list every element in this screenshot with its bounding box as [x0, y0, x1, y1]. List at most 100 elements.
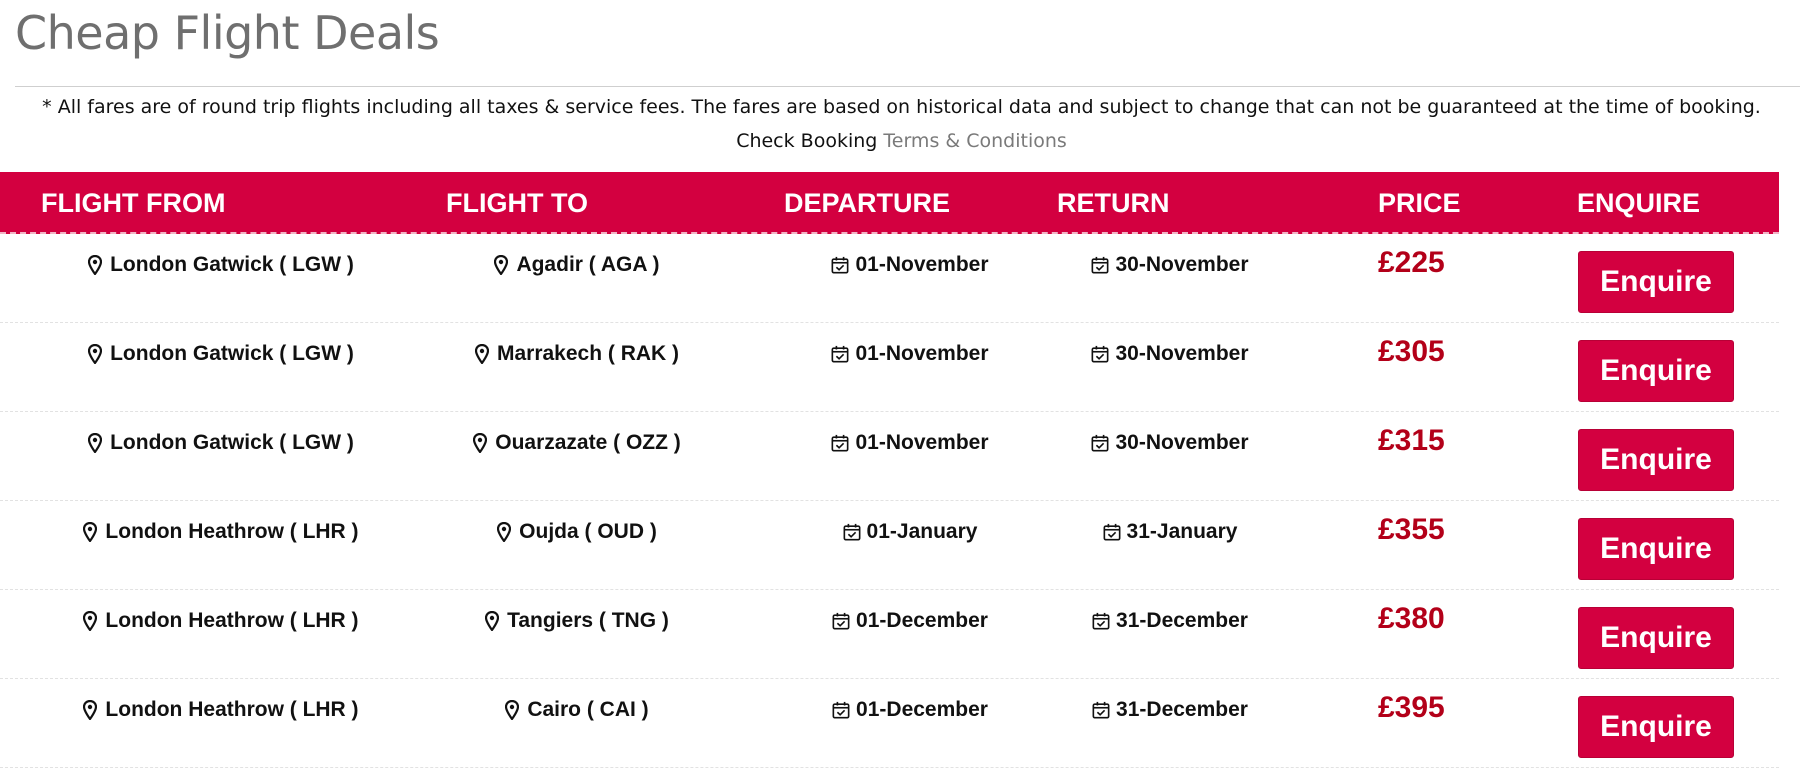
header-price: PRICE: [1378, 188, 1461, 218]
flight-to-cell: Cairo ( CAI ): [376, 679, 776, 741]
table-header: FLIGHT FROM FLIGHT TO DEPARTURE RETURN P…: [0, 172, 1779, 234]
return-date: 30-November: [1115, 342, 1249, 365]
flight-to-text: Agadir ( AGA ): [516, 253, 660, 276]
enquire-button[interactable]: Enquire: [1578, 251, 1734, 313]
return-cell: 30-November: [1020, 412, 1320, 474]
fare-disclaimer: * All fares are of round trip flights in…: [0, 90, 1803, 158]
map-marker-icon: [495, 522, 513, 542]
flight-to-text: Ouarzazate ( OZZ ): [495, 431, 681, 454]
enquire-button[interactable]: Enquire: [1578, 429, 1734, 491]
departure-date: 01-November: [855, 342, 989, 365]
flight-to-cell: Ouarzazate ( OZZ ): [376, 412, 776, 474]
flight-to-text: Tangiers ( TNG ): [507, 609, 669, 632]
return-cell: 30-November: [1020, 323, 1320, 385]
flight-to-text: Oujda ( OUD ): [519, 520, 657, 543]
calendar-check-icon: [831, 344, 849, 364]
flight-from-text: London Heathrow ( LHR ): [105, 520, 359, 543]
enquire-button[interactable]: Enquire: [1578, 696, 1734, 758]
return-cell: 31-December: [1020, 590, 1320, 652]
map-marker-icon: [503, 700, 521, 720]
disclaimer-text: * All fares are of round trip flights in…: [42, 96, 1761, 118]
map-marker-icon: [471, 433, 489, 453]
enquire-button[interactable]: Enquire: [1578, 340, 1734, 402]
table-body: London Gatwick ( LGW ) Agadir ( AGA ) 01…: [0, 234, 1779, 768]
departure-cell: 01-December: [760, 679, 1060, 741]
header-flight-to: FLIGHT TO: [446, 188, 588, 218]
flight-from-text: London Heathrow ( LHR ): [105, 609, 359, 632]
calendar-check-icon: [843, 522, 861, 542]
flight-from-cell: London Heathrow ( LHR ): [20, 679, 420, 741]
calendar-check-icon: [831, 433, 849, 453]
table-row: London Gatwick ( LGW ) Agadir ( AGA ) 01…: [0, 234, 1779, 323]
flight-to-cell: Agadir ( AGA ): [376, 234, 776, 296]
table-row: London Heathrow ( LHR ) Oujda ( OUD ) 01…: [0, 501, 1779, 590]
departure-cell: 01-November: [760, 234, 1060, 296]
return-date: 31-January: [1126, 520, 1238, 543]
departure-date: 01-November: [855, 431, 989, 454]
header-departure: DEPARTURE: [784, 188, 951, 218]
calendar-check-icon: [1091, 344, 1109, 364]
departure-cell: 01-November: [760, 412, 1060, 474]
calendar-check-icon: [832, 700, 850, 720]
price-value: £395: [1378, 691, 1445, 724]
departure-cell: 01-January: [760, 501, 1060, 563]
calendar-check-icon: [831, 255, 849, 275]
departure-date: 01-December: [856, 698, 988, 721]
price-value: £225: [1378, 246, 1445, 279]
map-marker-icon: [81, 611, 99, 631]
table-row: London Heathrow ( LHR ) Tangiers ( TNG )…: [0, 590, 1779, 679]
flight-from-text: London Gatwick ( LGW ): [110, 253, 354, 276]
header-enquire: ENQUIRE: [1577, 188, 1701, 218]
calendar-check-icon: [1091, 433, 1109, 453]
return-date: 31-December: [1116, 698, 1248, 721]
return-cell: 31-January: [1020, 501, 1320, 563]
flight-from-cell: London Heathrow ( LHR ): [20, 501, 420, 563]
map-marker-icon: [86, 255, 104, 275]
return-date: 31-December: [1116, 609, 1248, 632]
map-marker-icon: [86, 344, 104, 364]
departure-date: 01-November: [855, 253, 989, 276]
map-marker-icon: [492, 255, 510, 275]
map-marker-icon: [81, 700, 99, 720]
return-cell: 30-November: [1020, 234, 1320, 296]
table-row: London Gatwick ( LGW ) Ouarzazate ( OZZ …: [0, 412, 1779, 501]
calendar-check-icon: [1092, 700, 1110, 720]
calendar-check-icon: [1103, 522, 1121, 542]
terms-conditions-link[interactable]: Terms & Conditions: [883, 130, 1066, 152]
check-booking-label: Check Booking: [736, 130, 878, 152]
flight-from-cell: London Gatwick ( LGW ): [20, 234, 420, 296]
map-marker-icon: [81, 522, 99, 542]
booking-terms-line: Check Booking Terms & Conditions: [0, 124, 1803, 158]
flight-to-text: Marrakech ( RAK ): [496, 342, 680, 365]
departure-cell: 01-November: [760, 323, 1060, 385]
map-marker-icon: [483, 611, 501, 631]
flight-from-text: London Heathrow ( LHR ): [105, 698, 359, 721]
calendar-check-icon: [1092, 611, 1110, 631]
calendar-check-icon: [1091, 255, 1109, 275]
header-flight-from: FLIGHT FROM: [41, 188, 226, 218]
map-marker-icon: [473, 344, 491, 364]
table-row: London Heathrow ( LHR ) Cairo ( CAI ) 01…: [0, 679, 1779, 768]
flight-from-text: London Gatwick ( LGW ): [110, 342, 354, 365]
price-value: £355: [1378, 513, 1445, 546]
departure-date: 01-January: [866, 520, 978, 543]
enquire-button[interactable]: Enquire: [1578, 518, 1734, 580]
departure-date: 01-December: [856, 609, 988, 632]
return-cell: 31-December: [1020, 679, 1320, 741]
departure-cell: 01-December: [760, 590, 1060, 652]
flight-from-cell: London Gatwick ( LGW ): [20, 323, 420, 385]
title-divider: [15, 86, 1800, 87]
price-value: £315: [1378, 424, 1445, 457]
flight-to-text: Cairo ( CAI ): [527, 698, 649, 721]
flight-to-cell: Marrakech ( RAK ): [376, 323, 776, 385]
price-value: £380: [1378, 602, 1445, 635]
flight-from-cell: London Gatwick ( LGW ): [20, 412, 420, 474]
return-date: 30-November: [1115, 253, 1249, 276]
flight-to-cell: Tangiers ( TNG ): [376, 590, 776, 652]
table-row: London Gatwick ( LGW ) Marrakech ( RAK )…: [0, 323, 1779, 412]
flight-to-cell: Oujda ( OUD ): [376, 501, 776, 563]
header-return: RETURN: [1057, 188, 1170, 218]
enquire-button[interactable]: Enquire: [1578, 607, 1734, 669]
return-date: 30-November: [1115, 431, 1249, 454]
flight-deals-table: FLIGHT FROM FLIGHT TO DEPARTURE RETURN P…: [0, 172, 1779, 768]
